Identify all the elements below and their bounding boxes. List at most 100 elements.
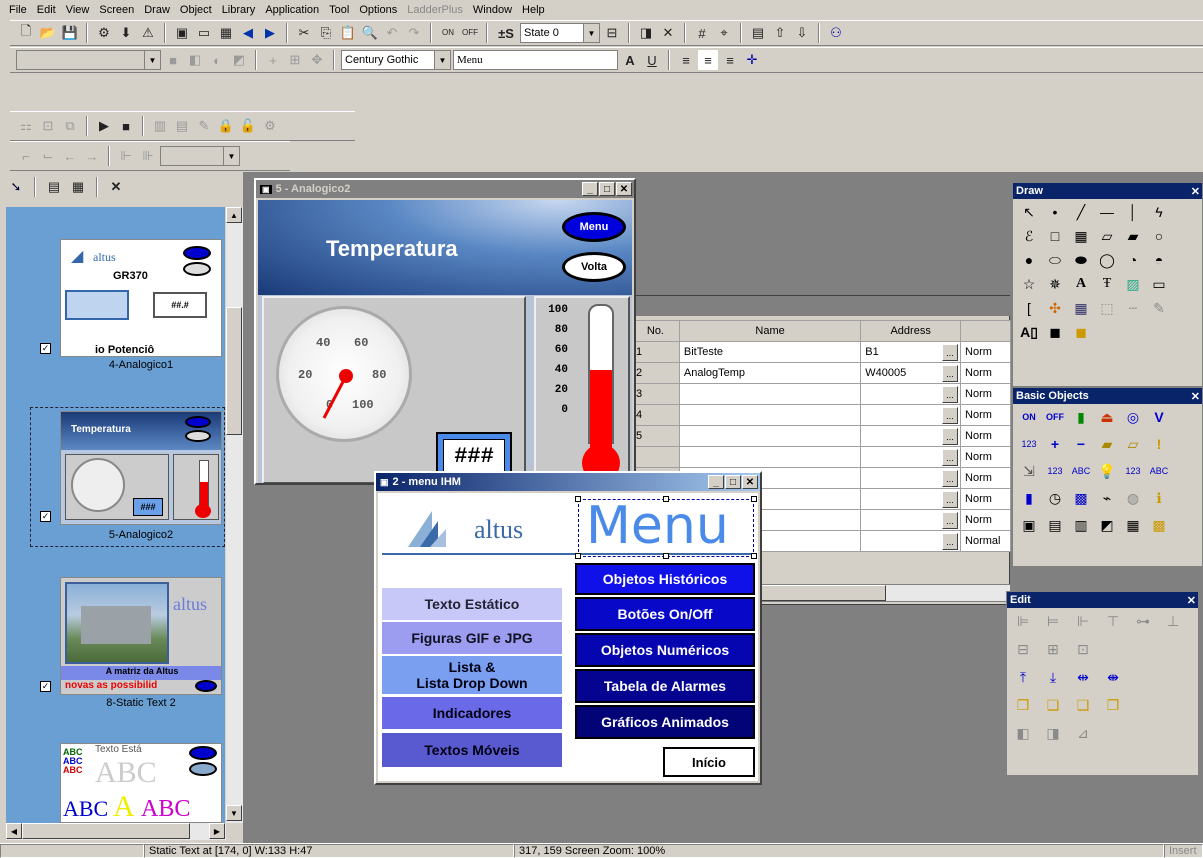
bring-front-icon[interactable]: ❐	[1011, 694, 1035, 716]
pin-arrow-icon[interactable]: ➘	[6, 177, 26, 197]
alert-icon[interactable]: !	[1147, 433, 1171, 455]
bulb-icon[interactable]: 💡	[1095, 460, 1119, 482]
find-icon[interactable]: 🔍	[360, 23, 380, 43]
resize-handle[interactable]	[751, 553, 757, 559]
table-icon[interactable]: ▦	[1069, 297, 1093, 319]
minus-icon[interactable]: −	[1069, 433, 1093, 455]
menu-item-library[interactable]: Library	[217, 4, 261, 16]
scroll-left-icon[interactable]: ◀	[6, 823, 22, 839]
lock-icon[interactable]: 🔒	[216, 116, 236, 136]
menu-ihm-window[interactable]: ▣ 2 - menu IHM _ □ ✕ altus Menu Texto Estát…	[374, 471, 762, 785]
split-icon[interactable]: ⊟	[602, 23, 622, 43]
grid-screen-icon[interactable]: ▦	[216, 23, 236, 43]
draw-palette-titlebar[interactable]: Draw ✕	[1013, 183, 1202, 199]
same-size-icon[interactable]: ⊡	[1071, 638, 1095, 660]
table-row[interactable]: 5... Norm	[631, 425, 1011, 447]
style-select[interactable]: ▼	[16, 50, 161, 70]
freehand-icon[interactable]: ℰ	[1017, 225, 1041, 247]
volta-button[interactable]: Volta	[562, 252, 626, 282]
type-cell[interactable]: Norm	[960, 425, 1011, 447]
text-entry-icon[interactable]: ABC	[1069, 460, 1093, 482]
stop-icon[interactable]: ■	[116, 116, 136, 136]
menu-item-edit[interactable]: Edit	[32, 4, 61, 16]
row-number-cell[interactable]	[631, 446, 680, 468]
calendar-icon[interactable]: ▩	[1069, 487, 1093, 509]
compile-icon[interactable]: ▤	[748, 23, 768, 43]
analogico2-window[interactable]: ▣ 5 - Analogico2 _ □ ✕ Temperatura Menu Vol…	[254, 178, 636, 485]
arrow-left-icon[interactable]: ←	[60, 146, 80, 166]
screen-thumbnail[interactable]: Temperatura ###	[60, 411, 222, 525]
unlock-icon[interactable]: 🔓	[238, 116, 258, 136]
list-view-icon[interactable]: ▤	[44, 177, 64, 197]
col-header-no[interactable]: No.	[631, 320, 680, 342]
arrow-right-icon[interactable]: →	[82, 146, 102, 166]
thumb-view-icon[interactable]: ▦	[68, 177, 88, 197]
open-folder-icon[interactable]: ▱	[1121, 433, 1145, 455]
table-row[interactable]: 4... Norm	[631, 404, 1011, 426]
3d-box-icon[interactable]: ◩	[1095, 514, 1119, 536]
browse-button[interactable]: ...	[942, 344, 959, 361]
plus-icon[interactable]: +	[1043, 433, 1067, 455]
scroll-right-icon[interactable]: ▶	[209, 823, 225, 839]
close-icon[interactable]: ✕	[742, 475, 758, 489]
upload-icon[interactable]: ⇧	[770, 23, 790, 43]
name-cell[interactable]	[678, 425, 862, 447]
chord-icon[interactable]: ◓	[1147, 249, 1171, 271]
maximize-icon[interactable]: □	[599, 182, 615, 196]
menu-heading-text[interactable]: Menu	[586, 497, 729, 555]
close-icon[interactable]: ✕	[1187, 594, 1198, 607]
objetos-numericos-button[interactable]: Objetos Numéricos	[575, 633, 755, 667]
listbox-icon[interactable]: ▦	[1121, 514, 1145, 536]
diag-line-icon[interactable]: ╱	[1069, 201, 1093, 223]
resize-handle[interactable]	[575, 496, 581, 502]
tabela-alarmes-button[interactable]: Tabela de Alarmes	[575, 669, 755, 703]
star-filled-icon[interactable]: ✵	[1043, 273, 1067, 295]
textos-moveis-button[interactable]: Textos Móveis	[382, 733, 562, 767]
address-cell[interactable]: ...	[860, 509, 962, 531]
state-toggle-button[interactable]: ±S	[494, 23, 518, 43]
run-icon[interactable]: ▶	[94, 116, 114, 136]
puzzle-icon[interactable]: ✣	[1043, 297, 1067, 319]
dashed-line-icon[interactable]: ┄	[1121, 297, 1145, 319]
type-cell[interactable]: Norm	[960, 341, 1011, 363]
row-number-cell[interactable]: 3	[631, 383, 680, 405]
browse-button[interactable]: ...	[942, 407, 959, 424]
address-cell[interactable]: ...	[860, 530, 962, 552]
screen-icon[interactable]: ▣	[172, 23, 192, 43]
row-number-cell[interactable]: 5	[631, 425, 680, 447]
ungroup-icon[interactable]: ◨	[1041, 722, 1065, 744]
monitor-icon[interactable]: ▥	[150, 116, 170, 136]
browse-button[interactable]: ...	[942, 428, 959, 445]
resize-handle[interactable]	[663, 553, 669, 559]
line-down-icon[interactable]: ⌐	[16, 146, 36, 166]
list-item[interactable]: Texto Está ABC ABC ABC ABC ABC A ABC	[6, 743, 225, 823]
scroll-down-icon[interactable]: ▼	[226, 805, 242, 821]
video-icon[interactable]: ▣	[1017, 514, 1041, 536]
table-row[interactable]: 3... Norm	[631, 383, 1011, 405]
col-header-address[interactable]: Address	[860, 320, 962, 342]
left-panel-hscrollbar[interactable]: ◀ ▶	[6, 823, 226, 840]
off-button-tool[interactable]: OFF	[1043, 406, 1067, 428]
row-number-cell[interactable]: 4	[631, 404, 680, 426]
polyline-icon[interactable]: ϟ	[1147, 201, 1171, 223]
pie-icon[interactable]: ◔	[1121, 249, 1145, 271]
dropdown-list-icon[interactable]: ▥	[1069, 514, 1093, 536]
close-icon[interactable]: ✕	[616, 182, 632, 196]
menu-item-object[interactable]: Object	[175, 4, 217, 16]
indicadores-button[interactable]: Indicadores	[382, 697, 562, 729]
name-cell[interactable]	[678, 446, 862, 468]
element-select[interactable]: ▼	[160, 146, 240, 166]
row-number-cell[interactable]: 1	[631, 341, 680, 363]
number-display-icon[interactable]: 123	[1121, 460, 1145, 482]
filled-parallelogram-icon[interactable]: ▰	[1121, 225, 1145, 247]
address-cell[interactable]: ...	[860, 383, 962, 405]
menu-item-help[interactable]: Help	[517, 4, 550, 16]
open-folder-icon[interactable]: 📂	[38, 23, 58, 43]
redo-icon[interactable]: ↷	[404, 23, 424, 43]
table-row[interactable]: ... Norm	[631, 446, 1011, 468]
contact-icon[interactable]: ⊩	[116, 146, 136, 166]
address-cell[interactable]: W40005...	[860, 362, 962, 384]
alarm-table-icon[interactable]: ▩	[1147, 514, 1171, 536]
address-cell[interactable]: ...	[860, 404, 962, 426]
bitmap-icon[interactable]: ◩	[229, 50, 249, 70]
